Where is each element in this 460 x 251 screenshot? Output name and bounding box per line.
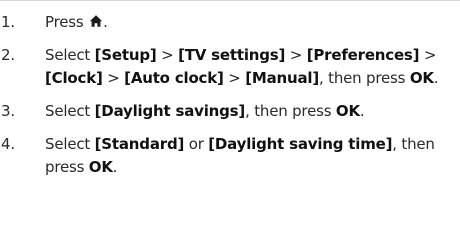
menu-item-tv-settings: [TV settings] [178,46,286,64]
menu-item-auto-clock: [Auto clock] [124,69,224,87]
top-divider [0,0,460,1]
step-text: , then press [245,102,332,120]
path-separator: > [289,46,303,64]
step-number: 3. [1,102,15,120]
step-2: 2. Select [Setup] > [TV settings] > [Pre… [0,44,460,90]
step-text: , then press [319,69,406,87]
step-text: Select [45,102,91,120]
step-end: . [433,69,439,87]
step-text: Select [45,46,91,64]
step-end: . [359,102,365,120]
step-number: 1. [1,13,15,31]
ok-key: OK [335,102,360,120]
option-daylight-saving-time: [Daylight saving time] [208,135,393,153]
ok-key: OK [88,158,113,176]
menu-item-manual: [Manual] [245,69,319,87]
path-separator: > [423,46,437,64]
option-standard: [Standard] [94,135,185,153]
home-icon [89,14,103,28]
ok-key: OK [409,69,434,87]
step-text: Select [45,135,91,153]
menu-item-setup: [Setup] [94,46,157,64]
step-end: . [103,13,108,31]
menu-item-preferences: [Preferences] [306,46,420,64]
step-text: Press [45,13,84,31]
step-4: 4. Select [Standard] or [Daylight saving… [0,133,460,179]
menu-item-clock: [Clock] [45,69,103,87]
path-separator: > [161,46,174,64]
step-text: or [188,135,204,153]
step-1: 1. Press . [0,11,460,34]
path-separator: > [107,69,120,87]
step-3: 3. Select [Daylight savings], then press… [0,100,460,123]
instruction-steps: 1. Press . 2. Select [Setup] > [TV setti… [0,11,460,179]
step-number: 4. [1,135,15,153]
step-number: 2. [1,46,15,64]
step-end: . [112,158,118,176]
option-daylight-savings: [Daylight savings] [94,102,246,120]
path-separator: > [228,69,241,87]
